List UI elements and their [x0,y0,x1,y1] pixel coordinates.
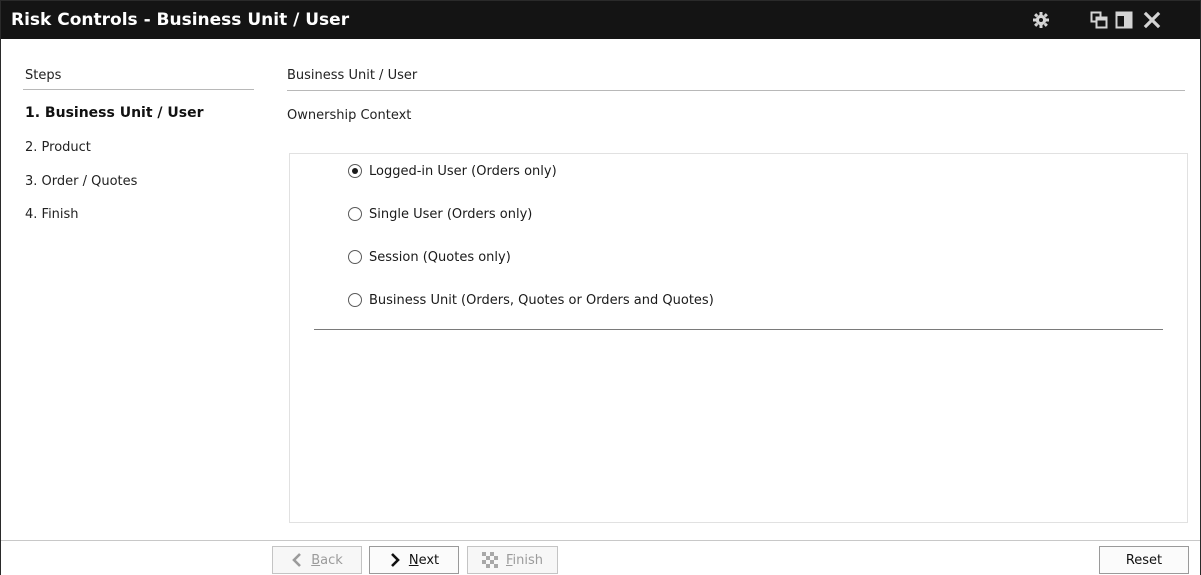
reset-button[interactable]: Reset [1099,546,1189,574]
option-label: Session (Quotes only) [369,249,511,265]
steps-divider [23,89,254,90]
gear-icon[interactable] [1032,11,1050,29]
chevron-left-icon [291,553,303,567]
next-button[interactable]: Next [369,546,459,574]
options-divider [314,329,1163,330]
option-label: Logged-in User (Orders only) [369,163,557,179]
title-bar[interactable]: Risk Controls - Business Unit / User [1,1,1200,39]
section-divider [287,90,1185,91]
back-mnemonic: B [311,552,321,568]
reset-label: Reset [1125,552,1163,568]
option-label: Single User (Orders only) [369,206,533,222]
finish-label: inish [512,552,544,568]
radio-business-unit[interactable] [348,293,362,307]
section-title: Business Unit / User [287,68,418,83]
steps-panel: Steps 1. Business Unit / User 2. Product… [1,40,261,535]
restore-icon[interactable] [1090,11,1108,29]
ownership-options-group: Logged-in User (Orders only) Single User… [289,153,1188,523]
wizard-footer: Back Next Finish Reset [1,541,1200,575]
option-business-unit[interactable]: Business Unit (Orders, Quotes or Orders … [348,290,714,310]
window-title: Risk Controls - Business Unit / User [11,10,350,30]
next-mnemonic: N [408,552,419,568]
step-product: 2. Product [25,140,91,155]
close-icon[interactable] [1143,11,1161,29]
chevron-right-icon [389,553,401,567]
radio-single-user[interactable] [348,207,362,221]
radio-logged-in-user[interactable] [348,164,362,178]
option-label: Business Unit (Orders, Quotes or Orders … [369,292,714,308]
step-order-quotes: 3. Order / Quotes [25,174,138,189]
back-button[interactable]: Back [272,546,362,574]
risk-controls-window: Risk Controls - Business Unit / User Ste… [0,0,1201,575]
radio-session[interactable] [348,250,362,264]
step-finish: 4. Finish [25,207,79,222]
steps-header: Steps [25,68,62,83]
finish-button[interactable]: Finish [467,546,558,574]
option-single-user[interactable]: Single User (Orders only) [348,204,532,224]
back-label: ack [320,552,343,568]
option-logged-in-user[interactable]: Logged-in User (Orders only) [348,161,557,181]
checkered-flag-icon [481,552,498,568]
next-label: ext [418,552,440,568]
option-session[interactable]: Session (Quotes only) [348,247,511,267]
dock-icon[interactable] [1115,11,1133,29]
ownership-context-label: Ownership Context [287,108,412,123]
step-business-unit-user: 1. Business Unit / User [25,105,204,121]
